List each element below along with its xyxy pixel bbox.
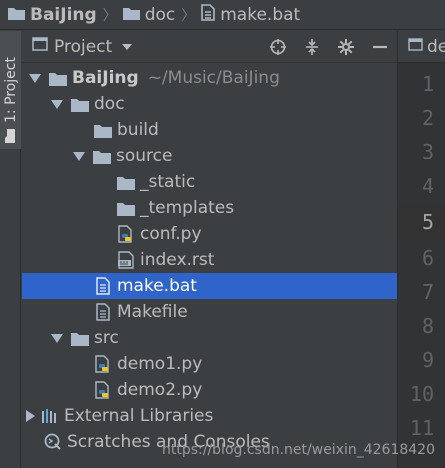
- tree-item-label: src: [94, 328, 119, 348]
- line-number-current: 5: [421, 210, 434, 234]
- tree-item-doc[interactable]: doc: [22, 91, 397, 117]
- folder-icon: [93, 147, 111, 165]
- python-file-icon: [94, 381, 112, 399]
- line-number: 3: [421, 140, 434, 164]
- line-number: 1: [421, 72, 434, 96]
- breadcrumb-separator: 〉: [181, 7, 196, 24]
- project-view-icon: [408, 37, 423, 57]
- line-number: 7: [421, 280, 434, 304]
- line-number: 11: [409, 416, 434, 440]
- breadcrumb-label: make.bat: [220, 4, 301, 25]
- tree-item-conf-py[interactable]: conf.py: [22, 221, 397, 247]
- expand-arrow-icon[interactable]: [27, 70, 43, 86]
- tree-item-make-bat[interactable]: make.bat: [22, 273, 397, 299]
- tree-item-label: conf.py: [140, 224, 202, 244]
- python-file-icon: [94, 355, 112, 373]
- folder-icon: [117, 199, 135, 217]
- tree-item-label: index.rst: [140, 250, 215, 270]
- chevron-down-icon: [122, 43, 133, 50]
- breadcrumb-item-doc[interactable]: doc: [122, 4, 176, 25]
- folder-icon: [71, 95, 89, 113]
- tree-item-label: BaiJing: [72, 68, 139, 88]
- python-file-icon: [117, 225, 135, 243]
- expand-arrow-icon[interactable]: [49, 330, 65, 346]
- line-number: 4: [421, 174, 434, 198]
- tree-item-path: ~/Music/BaiJing: [147, 68, 280, 88]
- folder-icon: [49, 69, 67, 87]
- line-number: 10: [409, 382, 434, 406]
- tree-item-label: Makefile: [117, 302, 188, 322]
- tree-item-label: _templates: [140, 198, 235, 218]
- folder-icon: [71, 329, 89, 347]
- breadcrumb-item-make-bat[interactable]: make.bat: [201, 3, 301, 26]
- tree-item-label: _static: [140, 172, 196, 192]
- project-view-selector[interactable]: Project: [32, 36, 133, 57]
- project-tool-label: 1: Project: [2, 57, 19, 123]
- tree-item-index-rst[interactable]: index.rst: [22, 247, 397, 273]
- tree-item-static[interactable]: _static: [22, 169, 397, 195]
- text-file-icon: [94, 303, 112, 321]
- project-tool-label-wrap: 1: Project: [0, 31, 21, 149]
- project-view-icon: [32, 36, 48, 57]
- hide-icon[interactable]: [363, 31, 397, 63]
- folder-icon: [3, 129, 19, 143]
- breadcrumb-label: doc: [144, 4, 176, 25]
- tree-item-makefile[interactable]: Makefile: [22, 299, 397, 325]
- tree-item-demo2-py[interactable]: demo2.py: [22, 377, 397, 403]
- editor-tab-label: de: [427, 36, 445, 57]
- editor-area: de 1 2 3 4 5 6 7 8 9 10 11: [397, 31, 445, 468]
- folder-icon: [94, 121, 112, 139]
- folder-icon: [8, 5, 25, 25]
- tree-item-label: build: [117, 120, 159, 140]
- tree-item-label: demo1.py: [117, 354, 203, 374]
- library-icon: [41, 407, 59, 425]
- folder-icon: [122, 5, 140, 25]
- tree-item-label: source: [116, 146, 173, 166]
- tree-item-external-libraries[interactable]: External Libraries: [22, 403, 397, 429]
- tree-item-label: demo2.py: [117, 380, 203, 400]
- line-number: 6: [421, 246, 434, 270]
- project-view-label: Project: [54, 36, 113, 57]
- tree-item-label: doc: [94, 94, 125, 114]
- folder-icon: [117, 173, 135, 191]
- watermark: https://blog.csdn.net/weixin_42618420: [161, 442, 435, 458]
- line-number: 2: [421, 106, 434, 130]
- tree-item-build[interactable]: build: [22, 117, 397, 143]
- locate-icon[interactable]: [261, 31, 295, 63]
- file-icon: [201, 3, 216, 26]
- editor-tab[interactable]: de: [398, 31, 445, 63]
- navigation-bar: BaiJing 〉 doc 〉 make.bat: [0, 0, 445, 30]
- collapse-icon[interactable]: [295, 31, 329, 63]
- breadcrumb-item-baijing[interactable]: BaiJing: [8, 5, 97, 25]
- tree-item-demo1-py[interactable]: demo1.py: [22, 351, 397, 377]
- tree-item-src[interactable]: src: [22, 325, 397, 351]
- expand-arrow-icon[interactable]: [49, 96, 65, 112]
- tree-item-baijing[interactable]: BaiJing ~/Music/BaiJing: [22, 65, 397, 91]
- project-panel-header: Project: [22, 31, 397, 63]
- expand-arrow-icon[interactable]: [22, 408, 38, 424]
- breadcrumb-label: BaiJing: [30, 4, 97, 25]
- text-file-icon: [94, 277, 112, 295]
- tree-item-templates[interactable]: _templates: [22, 195, 397, 221]
- expand-arrow-icon[interactable]: [71, 148, 87, 164]
- line-number: 8: [421, 314, 434, 338]
- breadcrumb-separator: 〉: [102, 7, 117, 24]
- scratch-icon: [44, 433, 62, 451]
- rst-file-icon: [117, 251, 135, 269]
- project-tool-button[interactable]: 1: Project: [0, 31, 21, 149]
- tree-item-label: make.bat: [117, 276, 197, 296]
- line-number: 9: [421, 348, 434, 372]
- tool-window-stripe: 1: Project: [0, 31, 21, 468]
- tree-item-label: External Libraries: [64, 406, 214, 426]
- settings-icon[interactable]: [329, 31, 363, 63]
- tree-item-source[interactable]: source: [22, 143, 397, 169]
- project-tree: BaiJing ~/Music/BaiJing doc build source…: [22, 63, 397, 468]
